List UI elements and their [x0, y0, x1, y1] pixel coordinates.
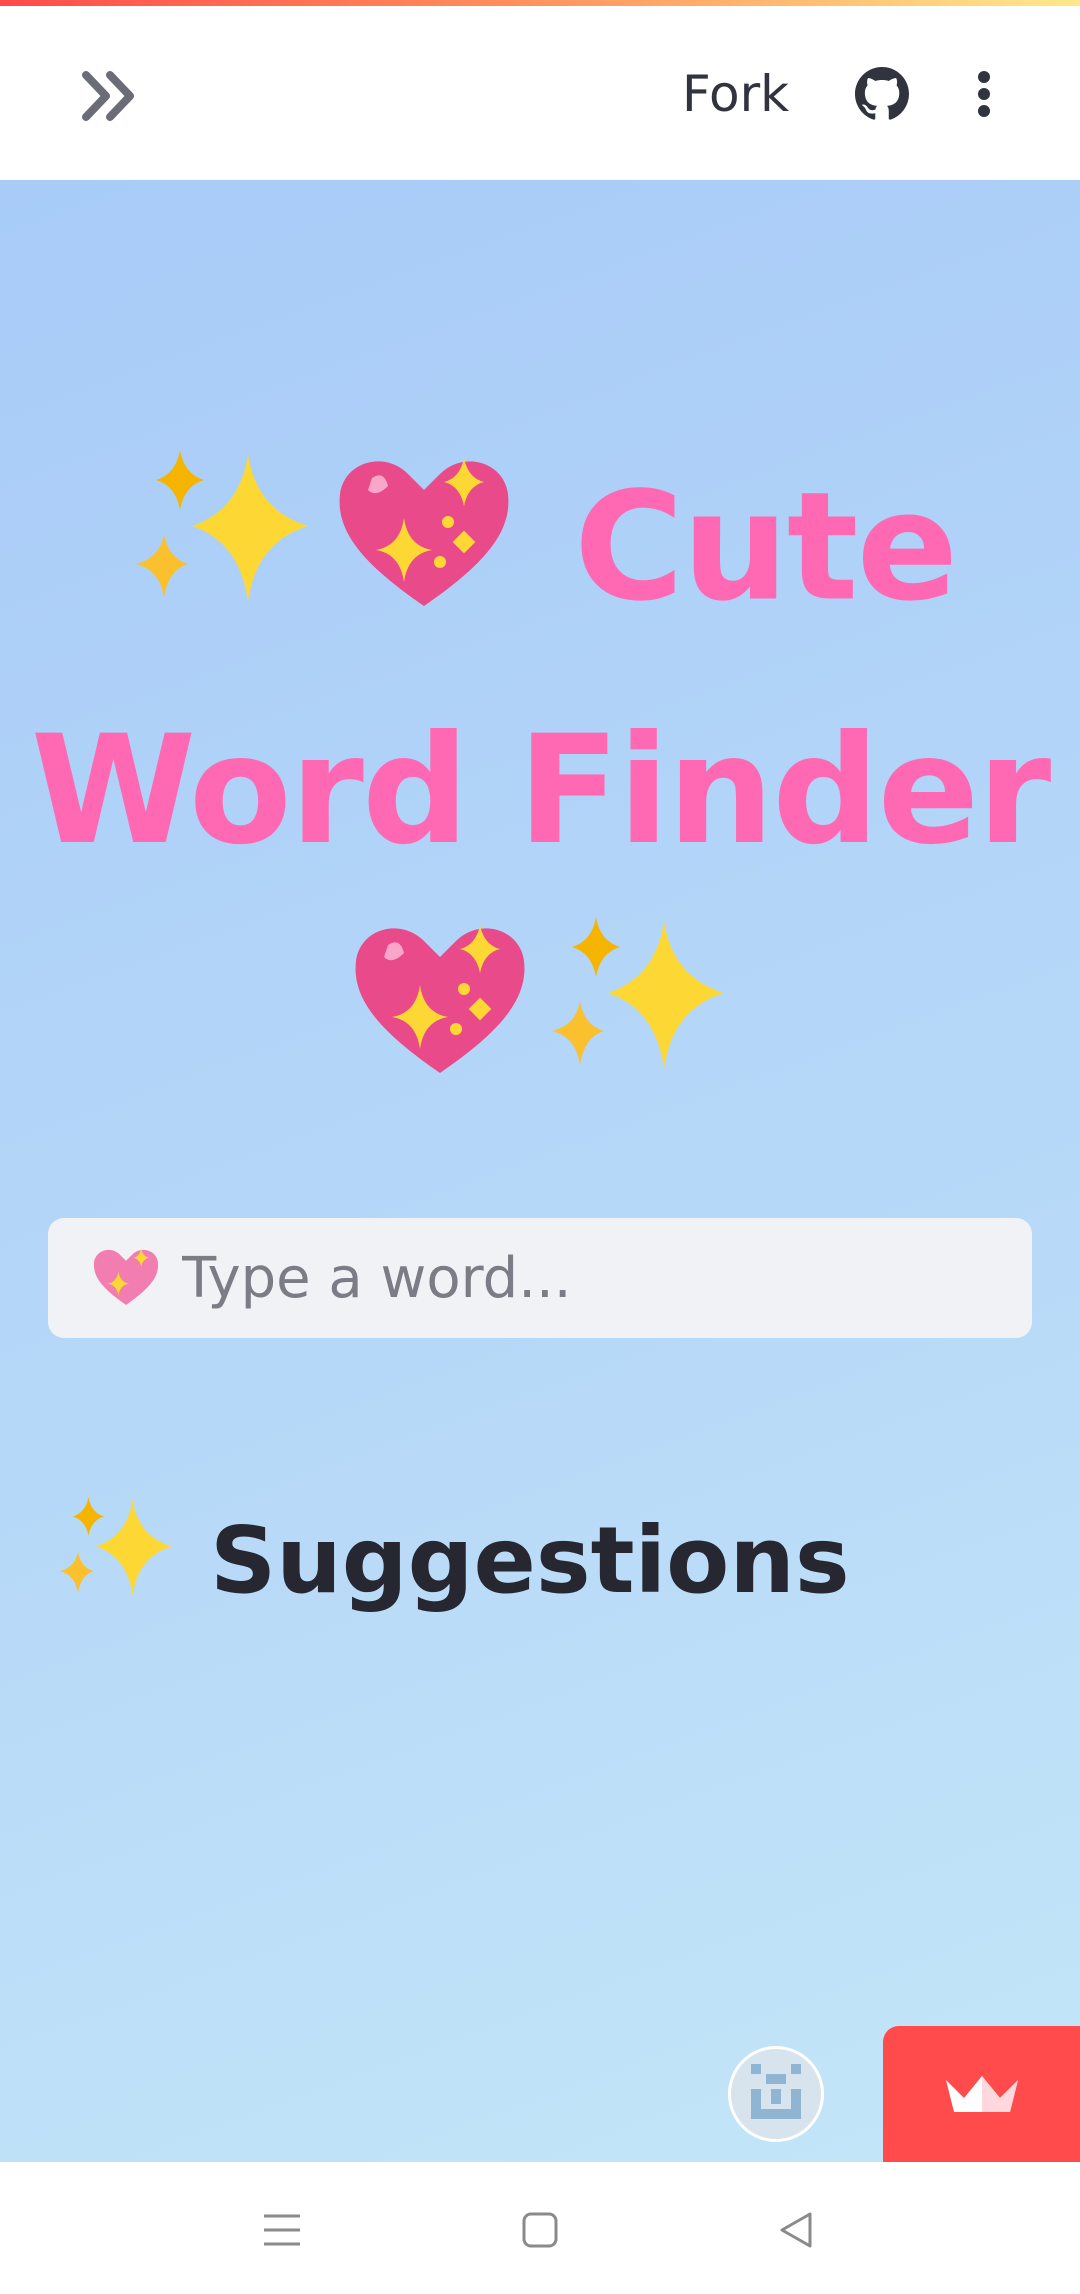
back-button[interactable] [766, 2200, 826, 2260]
github-button[interactable] [852, 64, 912, 124]
word-search-input[interactable] [182, 1245, 1002, 1311]
crown-icon [945, 2076, 1018, 2112]
page-title: Cute Word Finder [0, 430, 1080, 1152]
fork-button[interactable]: Fork [682, 58, 789, 130]
sparkling-heart-icon [88, 1238, 164, 1318]
user-avatar-button[interactable] [728, 2046, 824, 2142]
home-square-icon [522, 2212, 558, 2248]
back-triangle-icon [780, 2212, 812, 2248]
app-screen: Fork Cute Word Finder Type a word... Sug… [0, 0, 1080, 2294]
system-nav-bar [0, 2162, 1080, 2294]
fork-label: Fork [682, 65, 790, 123]
word-search-box[interactable] [48, 1218, 1032, 1338]
sparkling-heart-icon [324, 430, 524, 685]
sidebar-expand-button[interactable] [72, 58, 148, 134]
main-content: Cute Word Finder Type a word... Suggesti… [0, 180, 1080, 2162]
pixel-avatar-icon [751, 2064, 801, 2119]
main-menu-button[interactable] [964, 64, 1004, 124]
suggestions-label: Suggestions [210, 1506, 850, 1614]
title-block: Cute Word Finder [0, 430, 1080, 1152]
sparkles-icon [124, 430, 324, 685]
chevrons-right-icon [82, 71, 134, 121]
vertical-dots-icon [978, 71, 990, 117]
sparkles-icon [52, 1484, 182, 1636]
recent-apps-button[interactable] [252, 2200, 312, 2260]
suggestions-heading: Suggestions [52, 1480, 850, 1640]
github-icon [855, 67, 909, 120]
streamlit-crown-button[interactable] [883, 2026, 1080, 2162]
menu-lines-icon [264, 2214, 300, 2246]
app-header: Fork [0, 6, 1080, 180]
sparkling-heart-icon [340, 897, 540, 1152]
sparkles-icon [540, 897, 740, 1152]
home-button[interactable] [510, 2200, 570, 2260]
